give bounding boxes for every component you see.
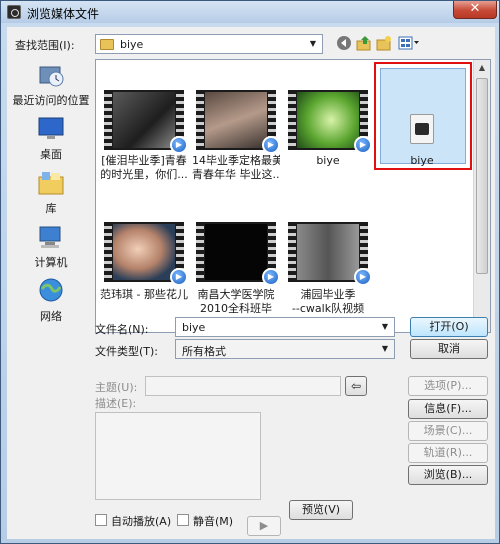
libraries-icon: [36, 169, 66, 197]
options-button[interactable]: 选项(P)...: [408, 376, 488, 396]
file-name: 的时光里，你们...: [100, 168, 188, 181]
back-icon[interactable]: [335, 35, 353, 53]
subject-field[interactable]: [145, 376, 341, 396]
place-label: 桌面: [40, 148, 62, 161]
places-bar: 最近访问的位置 桌面 库 计算机 网络: [7, 53, 95, 335]
file-name: 14毕业季定格最美: [192, 154, 280, 167]
place-recent[interactable]: 最近访问的位置: [7, 61, 95, 108]
video-badge-icon: ▶: [262, 136, 280, 154]
preview-button[interactable]: 预览(V): [289, 500, 353, 520]
file-list[interactable]: ▶ [催泪毕业季]青春 的时光里，你们... ▶ 14毕业季定格最美 青春年华 …: [95, 59, 491, 333]
mute-label: 静音(M): [193, 515, 234, 528]
place-label: 库: [45, 202, 57, 215]
window-title: 浏览媒体文件: [27, 7, 100, 21]
filename-value: biye: [182, 321, 206, 334]
lookin-value: biye: [120, 38, 144, 51]
new-folder-icon[interactable]: [375, 35, 393, 53]
file-item[interactable]: ▶ 14毕业季定格最美 青春年华 毕业这...: [192, 90, 280, 181]
video-badge-icon: ▶: [354, 136, 372, 154]
dialog-body: 查找范围(I): biye ▼ 最近访问的位置 桌面 库 计算机 网络 ▶ [催…: [7, 27, 495, 539]
up-folder-icon[interactable]: [355, 35, 373, 53]
lookin-label: 查找范围(I):: [15, 39, 75, 52]
file-name: 范玮琪 - 那些花儿: [100, 288, 188, 301]
view-menu-icon[interactable]: [397, 35, 421, 53]
scroll-thumb[interactable]: [476, 78, 488, 274]
info-button[interactable]: 信息(F)...: [408, 399, 488, 419]
desktop-icon: [36, 115, 66, 143]
tracks-button[interactable]: 轨道(R)...: [408, 443, 488, 463]
autoplay-label: 自动播放(A): [111, 515, 172, 528]
file-item[interactable]: ▶ biye: [284, 90, 372, 170]
browse-button[interactable]: 浏览(B)...: [408, 465, 488, 485]
place-label: 最近访问的位置: [12, 94, 90, 107]
file-name: biye: [316, 154, 340, 167]
network-icon: [36, 277, 66, 305]
description-field[interactable]: [95, 412, 261, 500]
place-libraries[interactable]: 库: [7, 169, 95, 216]
file-name: biye: [410, 154, 434, 167]
chevron-down-icon[interactable]: ▼: [378, 342, 392, 356]
scenes-button[interactable]: 场景(C)...: [408, 421, 488, 441]
computer-icon: [36, 223, 66, 251]
video-badge-icon: ▶: [170, 136, 188, 154]
insert-arrow-icon[interactable]: ⇦: [345, 376, 367, 396]
close-button[interactable]: ✕: [453, 1, 497, 19]
app-icon: [7, 5, 21, 19]
lookin-combo[interactable]: biye ▼: [95, 34, 323, 54]
file-name: 浦园毕业季: [300, 288, 356, 301]
chevron-down-icon[interactable]: ▼: [378, 320, 392, 334]
file-name: 2010全科班毕: [200, 302, 272, 315]
place-label: 网络: [40, 310, 62, 323]
filename-label: 文件名(N):: [95, 323, 149, 336]
cancel-button[interactable]: 取消: [410, 339, 488, 359]
filename-combo[interactable]: biye ▼: [175, 317, 395, 337]
autoplay-checkbox[interactable]: [95, 514, 107, 526]
file-item[interactable]: ▶ 南昌大学医学院 2010全科班毕: [192, 222, 280, 315]
recent-places-icon: [36, 61, 66, 89]
browse-media-dialog: 浏览媒体文件 ✕ 查找范围(I): biye ▼ 最近访问的位置 桌面 库 计算…: [0, 0, 500, 544]
chevron-down-icon[interactable]: ▼: [306, 37, 320, 51]
filetype-label: 文件类型(T):: [95, 345, 159, 358]
mute-checkbox[interactable]: [177, 514, 189, 526]
open-button[interactable]: 打开(O): [410, 317, 488, 337]
video-badge-icon: ▶: [354, 268, 372, 286]
filetype-value: 所有格式: [182, 345, 226, 358]
play-button[interactable]: ▶: [247, 516, 281, 536]
file-name: 南昌大学医学院: [197, 288, 275, 301]
file-item-selected[interactable]: biye: [378, 90, 466, 170]
filetype-combo[interactable]: 所有格式 ▼: [175, 339, 395, 359]
file-name: [催泪毕业季]青春: [101, 154, 187, 167]
folder-icon: [100, 39, 114, 50]
place-label: 计算机: [34, 256, 68, 269]
video-badge-icon: ▶: [170, 268, 188, 286]
file-item[interactable]: ▶ 范玮琪 - 那些花儿: [100, 222, 188, 302]
subject-label: 主题(U):: [95, 381, 138, 394]
scroll-up-icon[interactable]: ▲: [474, 60, 490, 76]
place-desktop[interactable]: 桌面: [7, 115, 95, 162]
place-network[interactable]: 网络: [7, 277, 95, 324]
file-item[interactable]: ▶ [催泪毕业季]青春 的时光里，你们...: [100, 90, 188, 181]
video-badge-icon: ▶: [262, 268, 280, 286]
vertical-scrollbar[interactable]: ▲ ▼: [473, 60, 490, 332]
file-name: --cwalk队视频: [291, 302, 365, 315]
place-computer[interactable]: 计算机: [7, 223, 95, 270]
media-file-icon: [410, 114, 434, 144]
file-name: 青春年华 毕业这...: [192, 168, 280, 181]
title-bar: 浏览媒体文件 ✕: [1, 1, 499, 23]
description-label: 描述(E):: [95, 397, 137, 410]
file-item[interactable]: ▶ 浦园毕业季 --cwalk队视频: [284, 222, 372, 315]
